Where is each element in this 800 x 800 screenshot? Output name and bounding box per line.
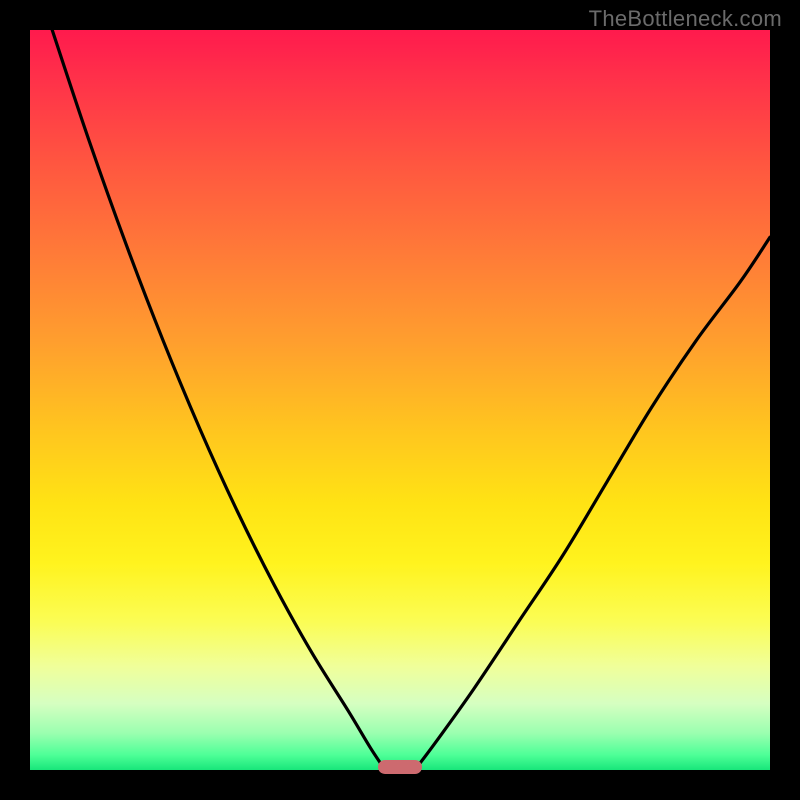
bottleneck-curve xyxy=(30,30,770,770)
chart-frame: TheBottleneck.com xyxy=(0,0,800,800)
bottleneck-marker xyxy=(378,760,422,774)
watermark-text: TheBottleneck.com xyxy=(589,6,782,32)
plot-area xyxy=(30,30,770,770)
